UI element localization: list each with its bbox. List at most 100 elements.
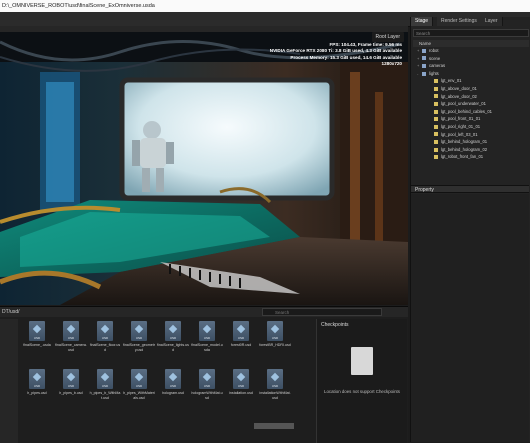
file-item[interactable]: USD finalScene_floor.usd — [90, 321, 120, 367]
usd-file-icon: USD — [199, 321, 215, 341]
tree-item-label: lgt_pool_front_01_01 — [441, 116, 481, 122]
file-name: finalScene_camera.usd — [55, 343, 87, 352]
usd-badge: USD — [271, 384, 279, 388]
tree-item[interactable]: lgt_env_01 — [415, 77, 530, 85]
usd-badge: USD — [169, 384, 177, 388]
tree-item[interactable]: lgt_above_door_02 — [415, 93, 530, 101]
usd-badge: USD — [135, 384, 143, 388]
file-name: h_pipes_b_WithMat.usd — [89, 391, 121, 400]
tree-item[interactable]: - lights — [415, 70, 530, 78]
tab-stage[interactable]: Stage — [411, 17, 434, 26]
usd-badge: USD — [33, 384, 41, 388]
tab-layer[interactable]: Layer — [481, 17, 503, 26]
file-item[interactable]: USD installation.usd — [226, 369, 256, 415]
tree-item[interactable]: lgt_pool_front_01_01 — [415, 115, 530, 123]
light-icon — [434, 109, 438, 114]
file-item[interactable]: USD h_pipes_WithMaterials.usd — [123, 369, 155, 415]
usd-badge: USD — [203, 336, 211, 340]
file-name: finalScene_.usda — [23, 343, 51, 347]
file-item[interactable]: USD finalScene_lights.usd — [157, 321, 189, 367]
tree-item-label: scene — [429, 55, 441, 61]
tree-item[interactable]: lgt_robot_front_fan_01 — [415, 153, 530, 161]
tree-item[interactable]: lgt_pool_left_03_01 — [415, 131, 530, 139]
light-icon — [434, 124, 438, 129]
file-name: finalScene_geometry.usd — [123, 343, 155, 352]
window-title: D:\_OMNIVERSE_ROBOT\usd\finalScene_ExOmn… — [0, 0, 530, 12]
file-item[interactable]: USD installationWithMat.usd — [259, 369, 291, 415]
horizontal-scrollbar[interactable] — [254, 423, 294, 429]
file-item[interactable]: USD finalScene_model.usda — [191, 321, 223, 367]
usd-file-icon: USD — [233, 321, 249, 341]
stage-panel: Stage Render Settings Layer Search Name … — [410, 17, 530, 442]
viewport[interactable]: Root Layer FPS: 104.43, Frame time: 9.56… — [0, 32, 408, 305]
file-name: finalScene_model.usda — [191, 343, 223, 352]
hud-line: Process Memory: 15.3 GiB used, 14.6 GiB … — [290, 54, 402, 60]
file-item[interactable]: USD h_pipes_b_WithMat.usd — [90, 369, 120, 415]
tree-item[interactable]: + scene — [415, 55, 530, 63]
tree-item-label: lgt_env_01 — [441, 78, 462, 84]
file-item[interactable]: USD finalScene_.usda — [22, 321, 52, 367]
file-item[interactable]: USD hologramWithMat.usd — [191, 369, 223, 415]
usd-badge: USD — [271, 336, 279, 340]
tab-render-settings[interactable]: Render Settings — [437, 17, 482, 26]
viewport-render — [0, 32, 408, 305]
tab-property[interactable]: Property — [411, 185, 529, 193]
tree-item-label: lgt_robot_front_fan_01 — [441, 154, 484, 160]
tree-item[interactable]: lgt_pool_right_01_01 — [415, 123, 530, 131]
file-name: forest0R.usd — [230, 343, 252, 347]
folder-tree-pane — [0, 319, 18, 443]
file-item[interactable]: USD forest0R.usd — [226, 321, 256, 367]
tree-item-label: lgt_pool_underwater_01 — [441, 101, 486, 107]
content-search-input[interactable]: Search — [262, 308, 382, 316]
light-icon — [434, 132, 438, 137]
tree-item[interactable]: lgt_behind_hologram_01 — [415, 138, 530, 146]
xform-icon — [422, 48, 426, 53]
usd-file-icon: USD — [199, 369, 215, 389]
usd-badge: USD — [135, 336, 143, 340]
light-icon — [434, 86, 438, 91]
document-icon — [351, 347, 373, 375]
tree-item[interactable]: lgt_pool_underwater_01 — [415, 100, 530, 108]
usd-file-icon: USD — [63, 369, 79, 389]
tree-item[interactable]: + robot — [415, 47, 530, 55]
file-item[interactable]: USD hologram.usd — [158, 369, 188, 415]
usd-badge: USD — [169, 336, 177, 340]
usd-file-icon: USD — [63, 321, 79, 341]
root-layer-badge[interactable]: Root Layer — [371, 32, 404, 42]
stage-tree: + robot + scene + cameras - lights lgt_env_01 lgt… — [415, 47, 529, 183]
light-icon — [434, 102, 438, 107]
hud-line: NVIDIA GeForce RTX 2080 Ti: 3.8 GiB used… — [269, 48, 402, 54]
file-item[interactable]: USD forestBR_HDRI.usd — [259, 321, 291, 367]
usd-file-icon: USD — [29, 369, 45, 389]
usd-file-icon: USD — [97, 369, 113, 389]
stage-search-input[interactable]: Search — [413, 29, 529, 37]
usd-file-icon: USD — [267, 321, 283, 341]
usd-file-icon: USD — [233, 369, 249, 389]
light-icon — [434, 94, 438, 99]
xform-icon — [422, 71, 426, 76]
usd-badge: USD — [67, 384, 75, 388]
usd-badge: USD — [203, 384, 211, 388]
tree-item[interactable]: lgt_pool_behind_cables_01 — [415, 108, 530, 116]
file-name: finalScene_floor.usd — [89, 343, 121, 352]
file-item[interactable]: USD h_pipes_b.usd — [56, 369, 86, 415]
tree-item[interactable]: lgt_behind_hologram_02 — [415, 146, 530, 154]
usd-badge: USD — [237, 336, 245, 340]
file-item[interactable]: USD h_pipes.usd — [22, 369, 52, 415]
tree-item[interactable]: lgt_above_door_01 — [415, 85, 530, 93]
light-icon — [434, 155, 438, 160]
usd-file-icon: USD — [131, 369, 147, 389]
file-item[interactable]: USD finalScene_camera.usd — [55, 321, 87, 367]
checkpoints-panel: Checkpoints Location does not support Ch… — [316, 319, 407, 443]
tree-item-label: lights — [429, 70, 439, 76]
stats-overlay: FPS: 104.43, Frame time: 9.56 ms NVIDIA … — [270, 42, 402, 67]
content-browser: DT/usd/ Search USD finalScene_.usda USD fin… — [0, 306, 408, 443]
usd-file-icon: USD — [97, 321, 113, 341]
file-name: h_pipes_WithMaterials.usd — [123, 391, 155, 400]
file-item[interactable]: USD finalScene_geometry.usd — [123, 321, 155, 367]
usd-file-icon: USD — [131, 321, 147, 341]
usd-badge: USD — [33, 336, 41, 340]
tree-item[interactable]: + cameras — [415, 62, 530, 70]
tree-item-label: lgt_pool_left_03_01 — [441, 131, 478, 137]
xform-icon — [422, 56, 426, 61]
